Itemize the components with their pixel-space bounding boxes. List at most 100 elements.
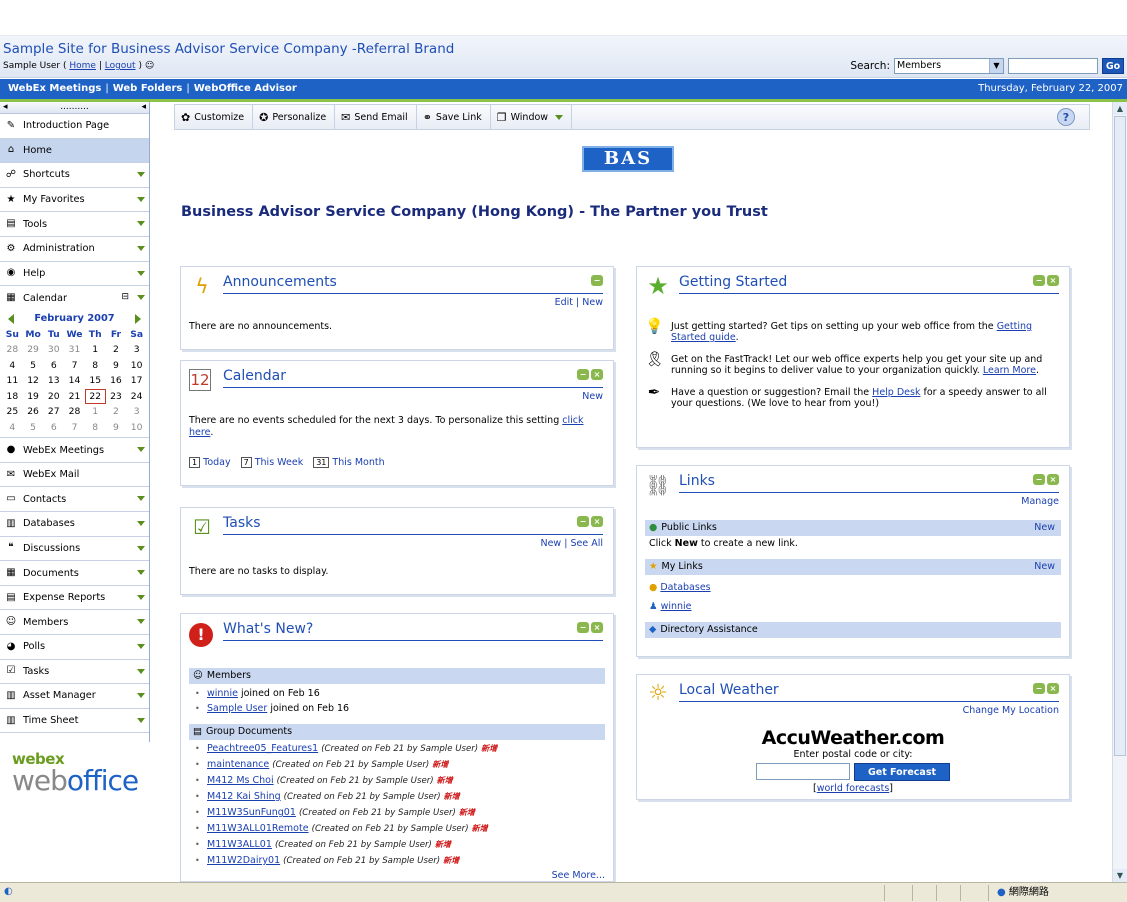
calendar-day[interactable]: 8 <box>85 420 106 436</box>
nav-weboffice-advisor[interactable]: WebOffice Advisor <box>194 83 297 94</box>
document-link[interactable]: Peachtree05_Features1 <box>207 743 318 754</box>
calendar-day[interactable]: 3 <box>126 404 147 420</box>
link-winnie[interactable]: winnie <box>661 601 692 612</box>
chevron-down-icon[interactable] <box>137 521 145 527</box>
calendar-day[interactable]: 19 <box>23 389 44 405</box>
calendar-day[interactable]: 11 <box>2 373 23 389</box>
minimize-icon[interactable]: − <box>577 516 589 527</box>
chevron-down-icon[interactable] <box>137 496 145 502</box>
calendar-day[interactable]: 16 <box>106 373 127 389</box>
chevron-down-icon[interactable] <box>137 447 145 453</box>
calendar-day[interactable]: 13 <box>43 373 64 389</box>
new-link[interactable]: New <box>1034 520 1055 536</box>
sidebar-item-tasks[interactable]: ☑ Tasks <box>0 659 149 685</box>
getting-started-link[interactable]: Help Desk <box>872 387 920 398</box>
chevron-down-icon[interactable] <box>137 644 145 649</box>
panel-title[interactable]: Calendar <box>223 368 286 384</box>
calendar-day[interactable]: 9 <box>106 420 127 436</box>
calendar-day[interactable]: 29 <box>23 342 44 358</box>
calendar-day[interactable]: 23 <box>106 389 127 405</box>
calendar-day[interactable]: 18 <box>2 389 23 405</box>
calendar-day[interactable]: 20 <box>43 389 64 405</box>
calendar-day[interactable]: 26 <box>23 404 44 420</box>
calendar-day[interactable]: 28 <box>64 404 85 420</box>
calendar-day[interactable]: 1 <box>85 404 106 420</box>
scroll-down-icon[interactable]: ▼ <box>1113 869 1127 882</box>
chevron-down-icon[interactable] <box>137 295 145 301</box>
sidebar-item-shortcuts[interactable]: ☍ Shortcuts <box>0 163 149 188</box>
close-icon[interactable]: × <box>1047 683 1059 694</box>
search-scope-select[interactable]: Members ▼ <box>894 58 1004 74</box>
calendar-day[interactable]: 30 <box>43 342 64 358</box>
sidebar-item-calendar[interactable]: ▦ Calendar ⊟ <box>0 286 149 311</box>
minimize-icon[interactable]: − <box>577 622 589 633</box>
home-link[interactable]: Home <box>69 61 96 71</box>
new-link[interactable]: New <box>582 391 603 402</box>
calendar-day[interactable]: 21 <box>64 389 85 405</box>
chevron-down-icon[interactable] <box>137 245 145 251</box>
member-link[interactable]: Sample User <box>207 703 267 714</box>
calendar-day[interactable]: 12 <box>23 373 44 389</box>
sidebar-item-my-favorites[interactable]: ★ My Favorites <box>0 187 149 213</box>
manage-link[interactable]: Manage <box>1021 496 1059 507</box>
calendar-day[interactable]: 4 <box>2 358 23 374</box>
see-more-link[interactable]: See More... <box>189 870 605 881</box>
calendar-day[interactable]: 10 <box>126 420 147 436</box>
minimize-icon[interactable]: − <box>1033 275 1045 286</box>
sidebar-item-asset-manager[interactable]: ▥ Asset Manager <box>0 684 149 709</box>
sidebar-item-discussions[interactable]: ❝ Discussions <box>0 536 149 562</box>
calendar-day[interactable]: 8 <box>85 358 106 374</box>
close-icon[interactable]: × <box>591 369 603 380</box>
calendar-day[interactable]: 15 <box>85 373 106 389</box>
calendar-day[interactable]: 1 <box>85 342 106 358</box>
calendar-day[interactable]: 5 <box>23 420 44 436</box>
chevron-down-icon[interactable] <box>137 570 145 576</box>
calendar-day[interactable]: 7 <box>64 420 85 436</box>
getting-started-link[interactable]: Learn More <box>983 365 1036 376</box>
sidebar-item-webex-mail[interactable]: ✉ WebEx Mail <box>0 462 149 488</box>
this-week-link[interactable]: 7 This Week <box>240 457 303 468</box>
chevron-down-icon[interactable] <box>137 693 145 699</box>
search-go-button[interactable]: Go <box>1102 58 1124 74</box>
chevron-down-icon[interactable] <box>137 594 145 600</box>
see-all-link[interactable]: See All <box>570 538 603 549</box>
calendar-day[interactable]: 6 <box>43 358 64 374</box>
vertical-scrollbar[interactable]: ▲ ▼ <box>1112 102 1127 882</box>
panel-title[interactable]: Tasks <box>223 515 261 531</box>
calendar-day[interactable]: 9 <box>106 358 127 374</box>
sidebar-item-polls[interactable]: ◕ Polls <box>0 635 149 660</box>
sidebar-item-webex-meetings[interactable]: ● WebEx Meetings <box>0 438 149 463</box>
save-link-button[interactable]: ⚭ Save Link <box>417 105 491 129</box>
link-databases[interactable]: Databases <box>660 582 710 593</box>
sidebar-item-documents[interactable]: ▦ Documents <box>0 561 149 586</box>
sidebar-item-introduction-page[interactable]: ✎ Introduction Page <box>0 114 149 139</box>
world-forecasts-link[interactable]: world forecasts <box>817 783 890 794</box>
chevron-down-icon[interactable] <box>137 717 145 723</box>
this-month-link[interactable]: 31 This Month <box>313 457 385 468</box>
nav-webex-meetings[interactable]: WebEx Meetings <box>8 83 101 94</box>
new-link[interactable]: New <box>1034 559 1055 575</box>
document-link[interactable]: M11W3ALL01 <box>207 839 272 850</box>
next-month-icon[interactable] <box>134 313 141 324</box>
new-link[interactable]: New <box>540 538 561 549</box>
help-icon[interactable]: ? <box>1057 108 1075 126</box>
chevron-down-icon[interactable] <box>137 221 145 227</box>
minimize-icon[interactable]: ⊟ <box>121 292 129 302</box>
nav-web-folders[interactable]: Web Folders <box>113 83 183 94</box>
scroll-thumb[interactable] <box>1114 116 1126 756</box>
sidebar-item-home[interactable]: ⌂ Home <box>0 138 149 164</box>
personalize-button[interactable]: ✪ Personalize <box>253 105 336 129</box>
sidebar-item-contacts[interactable]: ▭ Contacts <box>0 487 149 513</box>
minimize-icon[interactable]: − <box>577 369 589 380</box>
member-link[interactable]: winnie <box>207 688 238 699</box>
prev-month-icon[interactable] <box>8 313 14 324</box>
collapse-right-icon[interactable]: ◂ <box>141 102 146 112</box>
close-icon[interactable]: × <box>1047 275 1059 286</box>
sidebar-item-tools[interactable]: ▤ Tools <box>0 212 149 237</box>
document-link[interactable]: M11W2Dairy01 <box>207 855 280 866</box>
panel-title[interactable]: Getting Started <box>679 274 787 290</box>
change-location-link[interactable]: Change My Location <box>963 705 1059 716</box>
sidebar-item-members[interactable]: ☺ Members <box>0 610 149 635</box>
chevron-down-icon[interactable] <box>137 270 145 276</box>
calendar-day[interactable]: 27 <box>43 404 64 420</box>
